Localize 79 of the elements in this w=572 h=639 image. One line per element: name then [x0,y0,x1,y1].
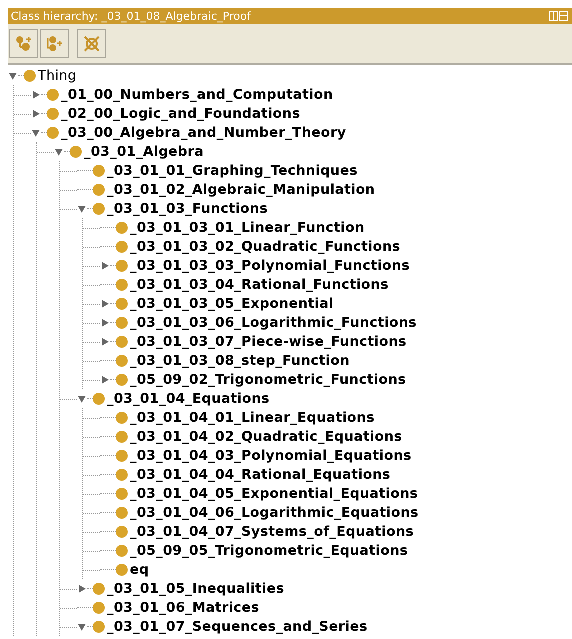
class-icon [116,316,128,328]
add-sibling-icon [46,34,64,52]
class-icon [116,430,128,442]
class-label[interactable]: _05_09_02_Trigonometric_Functions [130,372,406,388]
class-label[interactable]: _03_01_03_03_Polynomial_Functions [130,258,410,274]
class-icon [93,392,105,404]
expanded-triangle-icon[interactable] [77,622,87,632]
add-subclass-icon [14,34,32,52]
collapsed-triangle-icon[interactable] [100,260,110,270]
view-options-icon[interactable] [549,11,569,21]
expanded-triangle-icon[interactable] [77,394,87,404]
class-icon [93,164,105,176]
class-icon [47,126,59,138]
class-label[interactable]: _03_01_03_05_Exponential [130,296,334,312]
class-label[interactable]: _03_01_01_Graphing_Techniques [107,162,358,178]
class-label[interactable]: _03_01_Algebra [84,144,204,160]
class-icon [47,88,59,100]
class-icon [116,336,128,348]
class-label[interactable]: _03_01_05_Inequalities [107,580,284,596]
class-label[interactable]: _03_01_04_05_Exponential_Equations [130,486,418,502]
class-icon [116,488,128,500]
class-icon [116,526,128,538]
class-label[interactable]: _03_01_03_02_Quadratic_Functions [130,238,401,254]
collapsed-triangle-icon[interactable] [100,336,110,346]
panel-title: Class hierarchy: _03_01_08_Algebraic_Proof [11,10,251,22]
class-icon [116,468,128,480]
class-label[interactable]: _03_01_02_Algebraic_Manipulation [107,182,376,198]
class-icon [116,240,128,252]
class-icon [70,146,82,158]
class-label[interactable]: _03_00_Algebra_and_Number_Theory [61,124,346,140]
collapsed-triangle-icon[interactable] [100,374,110,384]
class-label[interactable]: _03_01_03_07_Piece-wise_Functions [130,334,407,350]
expanded-triangle-icon[interactable] [54,146,64,156]
class-label[interactable]: Thing [38,68,77,84]
class-icon [116,354,128,366]
class-label[interactable]: _03_01_04_01_Linear_Equations [130,410,375,426]
class-label[interactable]: _03_01_04_02_Quadratic_Equations [130,428,402,444]
class-label[interactable]: _03_01_04_03_Polynomial_Equations [130,448,412,464]
class-icon [116,298,128,310]
class-icon [116,450,128,462]
class-label[interactable]: _05_09_05_Trigonometric_Equations [130,542,408,558]
class-label[interactable]: _03_01_03_Functions [107,200,268,216]
class-icon [93,582,105,594]
expanded-triangle-icon[interactable] [31,128,41,138]
class-icon [24,70,36,82]
class-icon [116,222,128,234]
collapsed-triangle-icon[interactable] [100,318,110,328]
class-label[interactable]: _03_01_03_04_Rational_Functions [130,276,389,292]
class-icon [116,278,128,290]
class-label[interactable]: _03_01_03_08_step_Function [130,352,350,368]
class-icon [93,620,105,632]
class-label[interactable]: _03_01_04_06_Logarithmic_Equations [130,504,419,520]
class-label[interactable]: _01_00_Numbers_and_Computation [61,86,334,102]
class-icon [93,602,105,614]
class-icon [93,202,105,214]
class-icon [116,412,128,424]
class-icon [116,260,128,272]
class-label[interactable]: _03_01_03_06_Logarithmic_Functions [130,314,417,330]
class-icon [116,544,128,556]
class-label[interactable]: _02_00_Logic_and_Foundations [61,106,300,122]
class-label[interactable]: _03_01_03_01_Linear_Function [130,220,365,236]
collapsed-triangle-icon[interactable] [31,108,41,118]
delete-icon [82,34,100,52]
class-icon [116,374,128,386]
class-label[interactable]: _03_01_04_04_Rational_Equations [130,466,391,482]
class-label[interactable]: eq [130,562,150,578]
class-label[interactable]: _03_01_04_Equations [107,390,270,406]
class-icon [116,564,128,576]
class-label[interactable]: _03_01_07_Sequences_and_Series [107,618,368,634]
class-label[interactable]: _03_01_04_07_Systems_of_Equations [130,524,414,540]
collapsed-triangle-icon[interactable] [77,584,87,594]
collapsed-triangle-icon[interactable] [31,90,41,100]
expanded-triangle-icon[interactable] [77,204,87,214]
collapsed-triangle-icon[interactable] [100,298,110,308]
class-icon [116,506,128,518]
expanded-triangle-icon[interactable] [8,70,18,80]
class-label[interactable]: _03_01_06_Matrices [107,600,260,616]
class-icon [47,108,59,120]
class-icon [93,184,105,196]
